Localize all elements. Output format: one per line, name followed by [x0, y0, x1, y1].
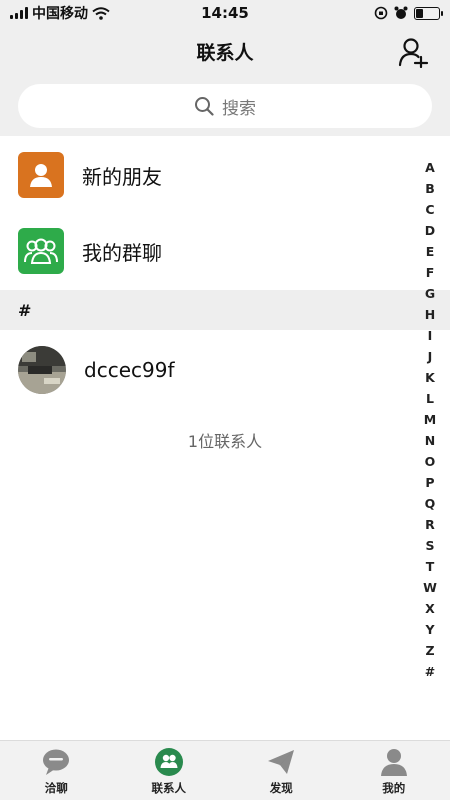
- contact-row[interactable]: dccec99f: [0, 340, 415, 400]
- index-letter[interactable]: K: [425, 367, 435, 388]
- section-header: #: [0, 290, 450, 330]
- index-letter[interactable]: M: [424, 409, 436, 430]
- index-letter[interactable]: P: [425, 472, 434, 493]
- tab-discover-label: 发现: [269, 781, 293, 795]
- index-letter[interactable]: Q: [425, 493, 436, 514]
- tab-profile[interactable]: 我的: [338, 741, 450, 800]
- group-icon: [18, 228, 64, 274]
- tab-profile-label: 我的: [382, 781, 406, 795]
- alphabet-index[interactable]: A B C D E F G H I J K L M N O P Q R S T W X Y Z #: [422, 157, 438, 682]
- search-input[interactable]: 搜索: [18, 84, 432, 128]
- paper-plane-icon: [266, 747, 296, 777]
- tab-bar: 洽聊 联系人 发现 我的: [0, 740, 450, 800]
- signal-icon: [10, 7, 28, 19]
- index-letter[interactable]: G: [425, 283, 435, 304]
- status-right: [280, 6, 443, 20]
- new-friends-item[interactable]: 新的朋友: [0, 137, 415, 213]
- index-letter[interactable]: S: [425, 535, 434, 556]
- index-letter[interactable]: A: [425, 157, 435, 178]
- search-placeholder: 搜索: [222, 98, 256, 119]
- wifi-icon: [92, 6, 110, 20]
- index-letter[interactable]: Y: [425, 619, 434, 640]
- search-area: 搜索: [0, 76, 450, 136]
- index-letter[interactable]: I: [428, 325, 433, 346]
- group-chats-item[interactable]: 我的群聊: [0, 213, 415, 289]
- index-letter[interactable]: R: [425, 514, 435, 535]
- index-letter[interactable]: J: [428, 346, 433, 367]
- chat-bubble-icon: [41, 747, 71, 777]
- person-icon: [18, 152, 64, 198]
- index-letter[interactable]: L: [426, 388, 434, 409]
- index-letter[interactable]: #: [425, 661, 435, 682]
- index-letter[interactable]: H: [425, 304, 435, 325]
- tab-discover[interactable]: 发现: [225, 741, 338, 800]
- index-letter[interactable]: B: [425, 178, 435, 199]
- index-letter[interactable]: F: [426, 262, 435, 283]
- page-title: 联系人: [196, 41, 254, 64]
- index-letter[interactable]: E: [426, 241, 435, 262]
- contacts-icon: [154, 747, 184, 777]
- carrier-label: 中国移动: [32, 6, 88, 22]
- group-chats-label: 我的群聊: [82, 240, 162, 265]
- tab-contacts-label: 联系人: [151, 781, 187, 795]
- index-letter[interactable]: W: [423, 577, 437, 598]
- index-letter[interactable]: X: [425, 598, 435, 619]
- tab-chats[interactable]: 洽聊: [0, 741, 113, 800]
- add-contact-icon[interactable]: [398, 36, 430, 68]
- battery-fill: [416, 8, 423, 18]
- contact-count: 1位联系人: [187, 432, 263, 451]
- alarm-icon: [394, 6, 408, 19]
- status-time: 14:45: [201, 4, 249, 22]
- nav-bar: 联系人: [0, 26, 450, 76]
- index-letter[interactable]: Z: [425, 640, 434, 661]
- avatar: [18, 346, 66, 394]
- contact-name: dccec99f: [84, 358, 175, 382]
- index-letter[interactable]: T: [426, 556, 435, 577]
- battery-icon: [414, 6, 443, 20]
- search-icon: [195, 97, 214, 116]
- status-bar: 中国移动 14:45: [0, 0, 450, 26]
- index-letter[interactable]: C: [425, 199, 434, 220]
- orientation-lock-icon: [374, 6, 388, 20]
- tab-contacts[interactable]: 联系人: [113, 741, 226, 800]
- index-letter[interactable]: O: [425, 451, 436, 472]
- status-left: 中国移动: [10, 3, 170, 23]
- tab-chats-label: 洽聊: [44, 781, 68, 795]
- new-friends-label: 新的朋友: [82, 164, 162, 189]
- index-letter[interactable]: N: [425, 430, 435, 451]
- profile-icon: [379, 747, 409, 777]
- index-letter[interactable]: D: [425, 220, 435, 241]
